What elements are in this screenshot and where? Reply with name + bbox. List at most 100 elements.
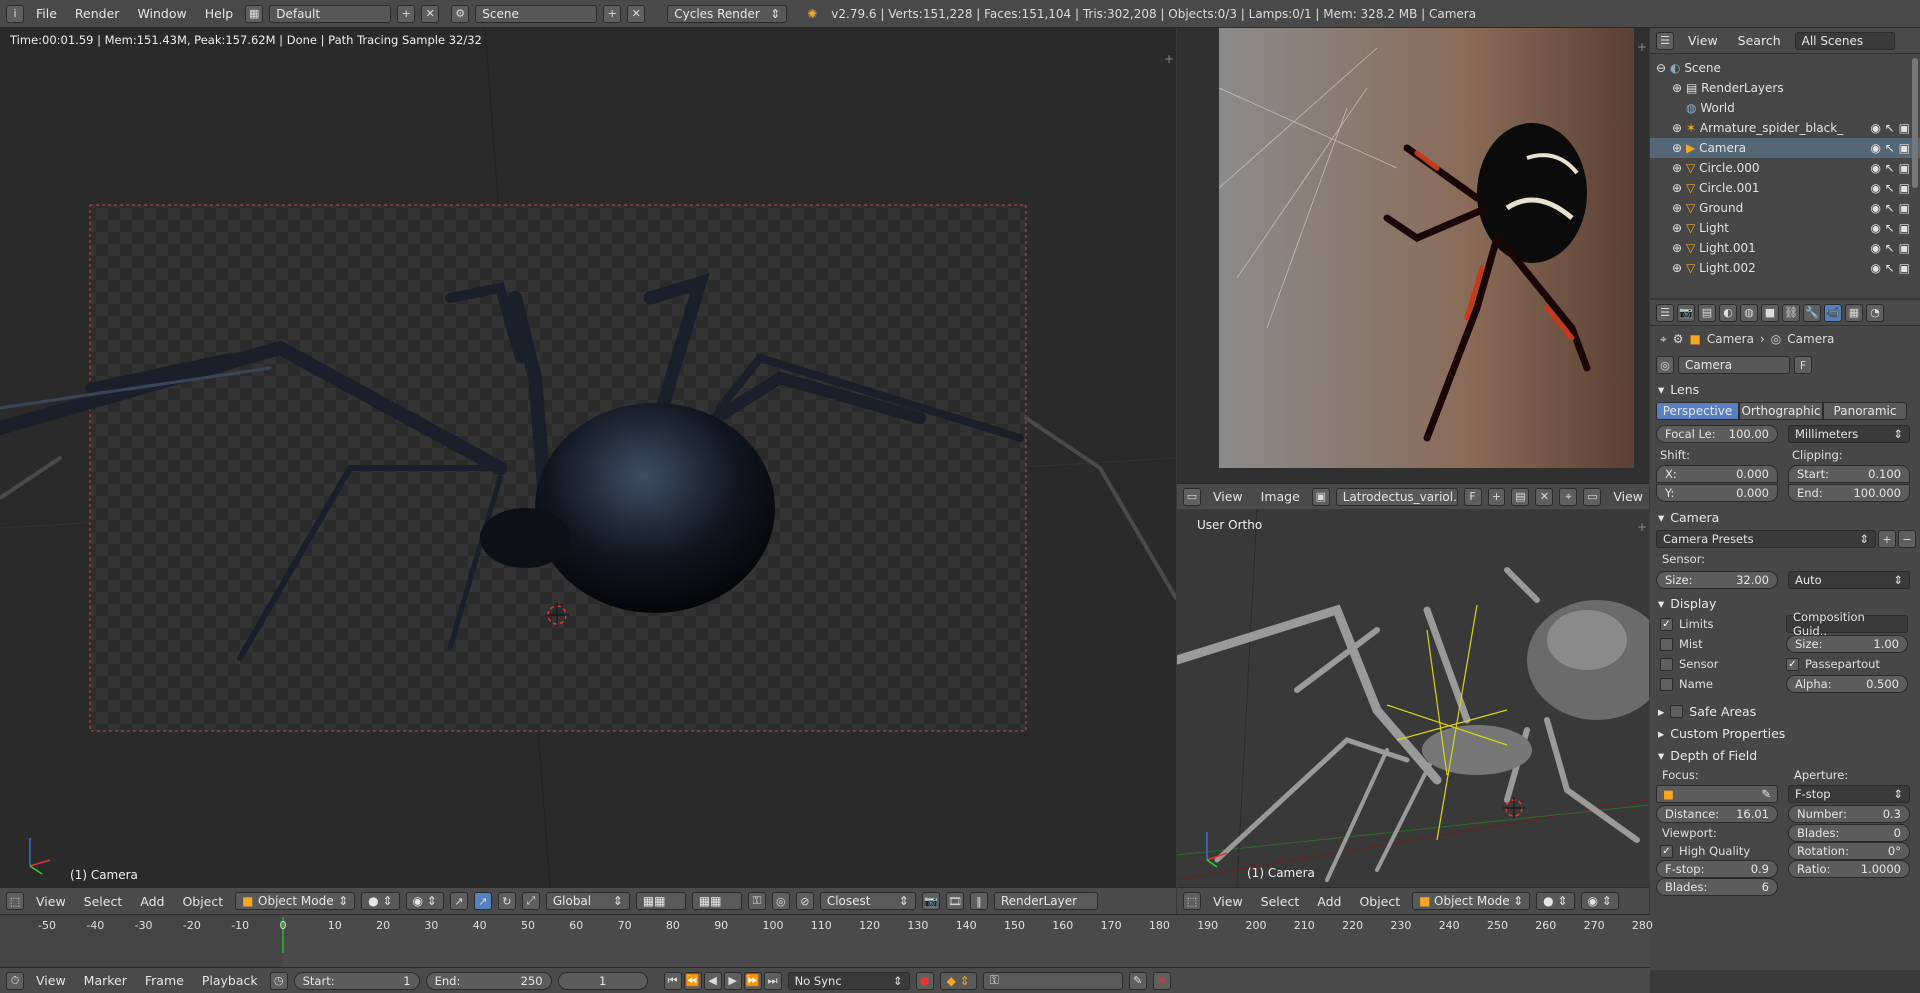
viewport-blades-field[interactable]: Blades: 6 bbox=[1656, 878, 1778, 896]
tree-item-circle-000[interactable]: ⊕ ▽ Circle.000 ◉ ↖ ▣ bbox=[1650, 158, 1920, 178]
blades-field[interactable]: Blades: 0 bbox=[1788, 824, 1910, 842]
rotation-field[interactable]: Rotation: 0° bbox=[1788, 842, 1910, 860]
menu-view[interactable]: View bbox=[1682, 33, 1724, 48]
image-view-mode-icon[interactable]: ▭ bbox=[1583, 487, 1602, 506]
menu-search[interactable]: Search bbox=[1732, 33, 1787, 48]
rotate-icon[interactable]: ↻ bbox=[497, 892, 516, 910]
eye-icon[interactable]: ◉ ↖ ▣ bbox=[1871, 221, 1911, 235]
scene-tab-icon[interactable]: ◐ bbox=[1719, 303, 1737, 322]
lens-panel-header[interactable]: ▾ Lens bbox=[1650, 378, 1920, 400]
translate-icon[interactable]: ↗ bbox=[473, 892, 492, 910]
tree-item-armature[interactable]: ⊕ ✶ Armature_spider_black_ ◉ ↖ ▣ bbox=[1650, 118, 1920, 138]
remove-scene-icon[interactable]: ✕ bbox=[627, 4, 646, 23]
snap-target-dropdown[interactable]: Closest ⇕ bbox=[819, 892, 916, 910]
eye-icon[interactable]: ◉ ↖ ▣ bbox=[1871, 141, 1911, 155]
menu-select[interactable]: Select bbox=[78, 894, 129, 909]
eye-icon[interactable]: ◉ ↖ ▣ bbox=[1871, 121, 1911, 135]
mode-dropdown[interactable]: ■ Object Mode ⇕ bbox=[1412, 892, 1531, 910]
menu-window[interactable]: Window bbox=[131, 6, 192, 21]
screen-layout-icon[interactable]: ▦ bbox=[245, 4, 264, 23]
focus-distance-field[interactable]: Distance: 16.01 bbox=[1656, 805, 1778, 823]
shift-x-field[interactable]: X: 0.000 bbox=[1656, 464, 1778, 483]
limits-checkbox[interactable]: ✓ bbox=[1660, 617, 1673, 631]
camera-presets-dropdown[interactable]: Camera Presets ⇕ bbox=[1656, 530, 1876, 548]
tree-item-renderlayers[interactable]: ⊕ ▤ RenderLayers bbox=[1650, 78, 1920, 98]
fake-user-button[interactable]: F bbox=[1463, 487, 1482, 506]
camera-data-tab-icon[interactable]: 📹 bbox=[1824, 303, 1842, 322]
tree-item-scene[interactable]: ⊖ ◐ Scene bbox=[1650, 58, 1920, 78]
ratio-field[interactable]: Ratio: 1.0000 bbox=[1788, 860, 1910, 878]
menu-view[interactable]: View bbox=[1207, 894, 1249, 909]
mist-checkbox[interactable] bbox=[1660, 637, 1673, 651]
focus-object-field[interactable]: ■ ✎ bbox=[1656, 785, 1778, 803]
pause-icon[interactable]: ‖ bbox=[969, 892, 988, 910]
layers-tab-icon[interactable]: ▤ bbox=[1698, 303, 1716, 322]
passepartout-checkbox[interactable]: ✓ bbox=[1786, 657, 1799, 671]
keying-set-field[interactable]: ⚿ bbox=[982, 971, 1123, 990]
scene-field[interactable]: Scene bbox=[475, 4, 598, 23]
object-tab-icon[interactable]: ■ bbox=[1761, 303, 1779, 322]
pivot-dropdown[interactable]: ◉ ⇕ bbox=[405, 892, 444, 910]
jump-start-icon[interactable]: ⏮ bbox=[663, 971, 682, 990]
tree-item-light[interactable]: ⊕ ▽ Light ◉ ↖ ▣ bbox=[1650, 218, 1920, 238]
camera-data-icon[interactable]: ◎ bbox=[1656, 356, 1674, 374]
clip-end-field[interactable]: End: 100.000 bbox=[1788, 483, 1910, 502]
new-image-icon[interactable]: + bbox=[1487, 487, 1506, 506]
ortho-3d-viewport[interactable]: User Ortho (1) Camera + bbox=[1177, 510, 1649, 887]
screen-layout-field[interactable]: Default bbox=[269, 4, 392, 23]
viewport-fstop-field[interactable]: F-stop: 0.9 bbox=[1656, 860, 1778, 878]
aperture-type-dropdown[interactable]: F-stop ⇕ bbox=[1788, 785, 1910, 803]
display-mode-dropdown[interactable]: All Scenes bbox=[1794, 31, 1895, 50]
menu-help[interactable]: Help bbox=[199, 6, 240, 21]
texture-tab-icon[interactable]: ▦ bbox=[1845, 303, 1863, 322]
constraints-tab-icon[interactable]: ⛓ bbox=[1782, 303, 1800, 322]
layers-grid-icon-2[interactable]: ▦▦ bbox=[691, 892, 742, 910]
info-editor-type-icon[interactable]: i bbox=[6, 4, 24, 23]
render-engine-dropdown[interactable]: Cycles Render ⇕ bbox=[667, 4, 788, 23]
menu-view[interactable]: View bbox=[30, 973, 72, 988]
tree-item-circle-001[interactable]: ⊕ ▽ Circle.001 ◉ ↖ ▣ bbox=[1650, 178, 1920, 198]
manipulator-icon[interactable]: ↗ bbox=[449, 892, 468, 910]
world-tab-icon[interactable]: ◍ bbox=[1740, 303, 1758, 322]
layers-grid-icon[interactable]: ▦▦ bbox=[635, 892, 686, 910]
pivot-dropdown[interactable]: ◉ ⇕ bbox=[1580, 892, 1619, 910]
keying-set-icon[interactable]: ◆ ⇕ bbox=[939, 971, 977, 990]
panoramic-tab[interactable]: Panoramic bbox=[1823, 402, 1907, 420]
safe-areas-panel-header[interactable]: ▸ Safe Areas bbox=[1650, 700, 1920, 722]
name-checkbox[interactable] bbox=[1660, 677, 1673, 691]
editor-type-icon[interactable]: ☰ bbox=[1656, 303, 1674, 322]
modifiers-tab-icon[interactable]: 🔧 bbox=[1803, 303, 1821, 322]
record-icon[interactable]: ● bbox=[915, 971, 934, 990]
menu-image[interactable]: Image bbox=[1255, 489, 1306, 504]
tree-item-world[interactable]: ◍ World bbox=[1650, 98, 1920, 118]
editor-type-icon[interactable]: ⬚ bbox=[1183, 892, 1201, 910]
composition-guides-dropdown[interactable]: Composition Guid.. bbox=[1786, 610, 1908, 638]
shading-dropdown[interactable]: ● ⇕ bbox=[1536, 892, 1575, 910]
scale-icon[interactable]: ⤢ bbox=[521, 892, 540, 910]
eye-icon[interactable]: ◉ ↖ ▣ bbox=[1871, 241, 1911, 255]
remove-preset-icon[interactable]: − bbox=[1898, 530, 1916, 548]
focal-length-field[interactable]: Focal Le: 100.00 bbox=[1656, 425, 1778, 443]
breadcrumb-object[interactable]: Camera bbox=[1707, 332, 1754, 346]
next-keyframe-icon[interactable]: ⏩ bbox=[743, 971, 762, 990]
eye-icon[interactable]: ◉ ↖ ▣ bbox=[1871, 181, 1911, 195]
snap-icon[interactable]: ⊘ bbox=[795, 892, 814, 910]
menu-playback[interactable]: Playback bbox=[196, 973, 264, 988]
tree-item-camera[interactable]: ⊕ ▶ Camera ◉ ↖ ▣ bbox=[1650, 138, 1920, 158]
physics-tab-icon[interactable]: ◔ bbox=[1866, 303, 1884, 322]
sync-mode-dropdown[interactable]: No Sync ⇕ bbox=[787, 971, 910, 990]
tree-item-ground[interactable]: ⊕ ▽ Ground ◉ ↖ ▣ bbox=[1650, 198, 1920, 218]
tree-item-light-001[interactable]: ⊕ ▽ Light.001 ◉ ↖ ▣ bbox=[1650, 238, 1920, 258]
menu-frame[interactable]: Frame bbox=[139, 973, 190, 988]
menu-file[interactable]: File bbox=[30, 6, 63, 21]
delete-keyframe-icon[interactable]: ✕ bbox=[1152, 971, 1171, 990]
tree-item-light-002[interactable]: ⊕ ▽ Light.002 ◉ ↖ ▣ bbox=[1650, 258, 1920, 278]
custom-properties-panel-header[interactable]: ▸ Custom Properties bbox=[1650, 722, 1920, 744]
passepartout-alpha-field[interactable]: Alpha: 0.500 bbox=[1786, 675, 1908, 693]
editor-type-icon[interactable]: ⬚ bbox=[6, 892, 24, 910]
sensor-fit-dropdown[interactable]: Auto ⇕ bbox=[1788, 571, 1910, 589]
shift-y-field[interactable]: Y: 0.000 bbox=[1656, 483, 1778, 502]
view-mode-label[interactable]: View bbox=[1607, 489, 1649, 504]
orientation-dropdown[interactable]: Global ⇕ bbox=[545, 892, 630, 910]
outliner-scrollbar[interactable] bbox=[1912, 58, 1918, 188]
